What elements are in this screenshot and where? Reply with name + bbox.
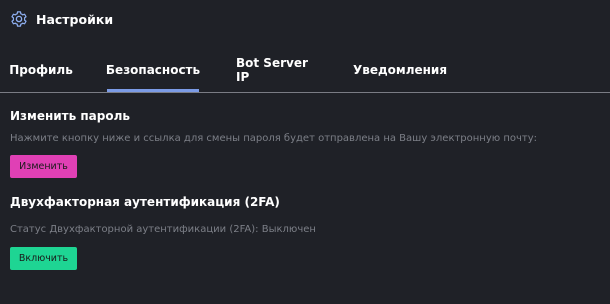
gear-icon [11, 11, 27, 27]
change-password-button[interactable]: Изменить [10, 155, 77, 178]
twofa-title: Двухфакторная аутентификация (2FA) [10, 195, 280, 209]
tab-notifications[interactable]: Уведомления [353, 48, 447, 92]
settings-tabs: Профиль Безопасность Bot Server IP Уведо… [0, 48, 610, 93]
enable-twofa-button[interactable]: Включить [10, 247, 77, 270]
change-password-description: Нажмите кнопку ниже и ссылка для смены п… [10, 133, 538, 144]
change-password-title: Изменить пароль [10, 109, 130, 123]
tab-security[interactable]: Безопасность [106, 48, 200, 92]
tab-bot-server-ip[interactable]: Bot Server IP [236, 48, 320, 92]
page-header: Настройки [10, 9, 113, 29]
tab-profile[interactable]: Профиль [9, 48, 73, 92]
page-title: Настройки [36, 11, 114, 27]
twofa-status: Статус Двухфакторной аутентификации (2FA… [10, 224, 316, 235]
